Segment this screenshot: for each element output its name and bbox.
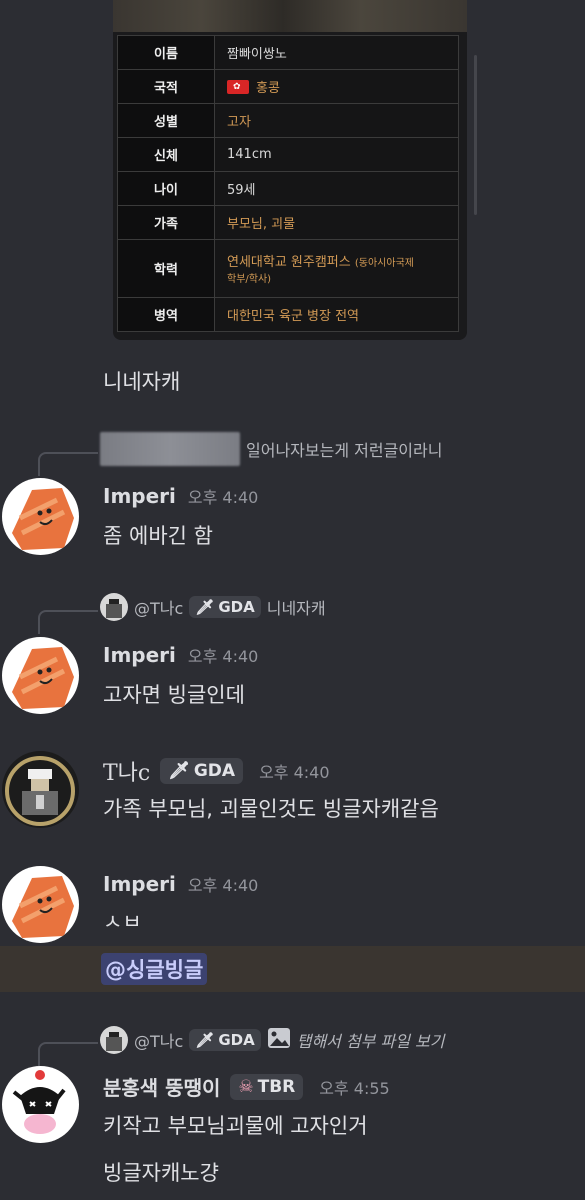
table-key: 이름 xyxy=(117,35,215,70)
reply-username: @T나c xyxy=(134,599,184,618)
table-key: 국적 xyxy=(117,69,215,104)
timestamp: 오후 4:40 xyxy=(187,488,259,507)
profile-table: 이름짬빠이쌍노 국적 홍콩 성별고자 신체141cm 나이59세 가족부모님, 괴… xyxy=(117,35,459,332)
sword-icon: 🗡 xyxy=(168,761,190,781)
table-key: 학력 xyxy=(117,239,215,298)
role-tag: 🗡 GDA xyxy=(189,596,261,618)
role-tag[interactable]: ☠ TBR xyxy=(230,1073,304,1100)
username[interactable]: Imperi xyxy=(103,643,176,667)
username[interactable]: Imperi xyxy=(103,872,176,896)
sword-icon: 🗡 xyxy=(195,598,215,616)
mention-highlight xyxy=(0,946,585,992)
image-attachment-icon xyxy=(267,1027,291,1053)
embedded-image[interactable]: 이름짬빠이쌍노 국적 홍콩 성별고자 신체141cm 나이59세 가족부모님, 괴… xyxy=(113,0,467,340)
avatar[interactable] xyxy=(2,751,79,828)
tag-label: TBR xyxy=(257,1076,296,1097)
user-mention[interactable]: @싱글빙글 xyxy=(101,953,208,985)
message-text: 빙글자캐노걍 xyxy=(103,1161,219,1185)
role-tag[interactable]: 🗡 GDA xyxy=(160,758,244,784)
reply-preview[interactable]: 일어나자보는게 저런글이라니 xyxy=(100,432,443,466)
education-note-line2: 학부/학사) xyxy=(227,274,272,285)
message-header: 분홍색 뚱땡이 ☠ TBR 오후 4:55 xyxy=(103,1072,390,1101)
message-header: T나c 🗡 GDA 오후 4:40 xyxy=(103,755,330,787)
message-text: 니네자캐 xyxy=(103,370,181,394)
table-value: 고자 xyxy=(214,103,459,138)
reply-connector xyxy=(38,452,98,476)
message-text: 고자면 빙글인데 xyxy=(103,683,245,707)
table-value: 홍콩 xyxy=(214,69,459,104)
message-header: Imperi 오후 4:40 xyxy=(103,643,258,667)
table-value: 짬빠이쌍노 xyxy=(214,35,459,70)
table-key: 나이 xyxy=(117,171,215,206)
timestamp: 오후 4:40 xyxy=(187,647,259,666)
nationality-text: 홍콩 xyxy=(256,81,280,96)
character-photo xyxy=(113,0,467,32)
message-text: 좀 에바긴 함 xyxy=(103,524,213,548)
reply-connector xyxy=(38,610,98,634)
image-scrollbar[interactable] xyxy=(474,55,477,215)
username[interactable]: 분홍색 뚱땡이 xyxy=(103,1072,220,1101)
table-key: 신체 xyxy=(117,137,215,172)
avatar[interactable] xyxy=(2,478,79,555)
hong-kong-flag-icon xyxy=(227,80,249,94)
table-value: 연세대학교 원주캠퍼스 (동아시아국제학부/학사) xyxy=(214,239,459,298)
reply-preview[interactable]: @T나c 🗡 GDA 탭해서 첨부 파일 보기 xyxy=(100,1025,444,1055)
message-text: ㅅㅂ xyxy=(103,910,142,928)
table-value: 59세 xyxy=(214,171,459,206)
avatar[interactable] xyxy=(2,637,79,714)
tag-label: GDA xyxy=(218,598,255,616)
reply-preview-text: 니네자캐 xyxy=(266,599,326,618)
message-text: 가족 부모님, 괴물인것도 빙글자캐같음 xyxy=(103,797,439,821)
timestamp: 오후 4:55 xyxy=(319,1078,390,1098)
table-key: 성별 xyxy=(117,103,215,138)
tag-label: GDA xyxy=(193,761,236,781)
reply-preview-text: 일어나자보는게 저런글이라니 xyxy=(246,441,443,460)
reply-preview-text: 탭해서 첨부 파일 보기 xyxy=(296,1032,445,1051)
avatar[interactable] xyxy=(2,866,79,943)
table-value: 부모님, 괴물 xyxy=(214,205,459,240)
tag-label: GDA xyxy=(218,1031,255,1049)
message-header: Imperi 오후 4:40 xyxy=(103,484,258,508)
reply-avatar xyxy=(100,593,128,621)
reply-avatar xyxy=(100,1026,128,1054)
sword-icon: 🗡 xyxy=(195,1031,215,1049)
skull-icon: ☠ xyxy=(238,1076,254,1097)
blurred-username xyxy=(100,432,240,466)
timestamp: 오후 4:40 xyxy=(187,876,259,895)
timestamp: 오후 4:40 xyxy=(259,763,330,782)
message-text: 키작고 부모님괴물에 고자인거 xyxy=(103,1114,368,1138)
education-note: (동아시아국제 xyxy=(354,258,414,269)
table-value: 141cm xyxy=(214,137,459,172)
username[interactable]: Imperi xyxy=(103,484,176,508)
reply-username: @T나c xyxy=(134,1032,184,1051)
avatar[interactable] xyxy=(2,1066,79,1143)
education-text: 연세대학교 원주캠퍼스 xyxy=(227,255,351,270)
message-header: Imperi 오후 4:40 xyxy=(103,872,258,896)
reply-preview[interactable]: @T나c 🗡 GDA 니네자캐 xyxy=(100,592,326,622)
reply-connector xyxy=(38,1042,98,1066)
table-key: 병역 xyxy=(117,297,215,332)
username[interactable]: T나c xyxy=(103,755,150,787)
table-key: 가족 xyxy=(117,205,215,240)
table-value: 대한민국 육군 병장 전역 xyxy=(214,297,459,332)
role-tag: 🗡 GDA xyxy=(189,1029,261,1051)
